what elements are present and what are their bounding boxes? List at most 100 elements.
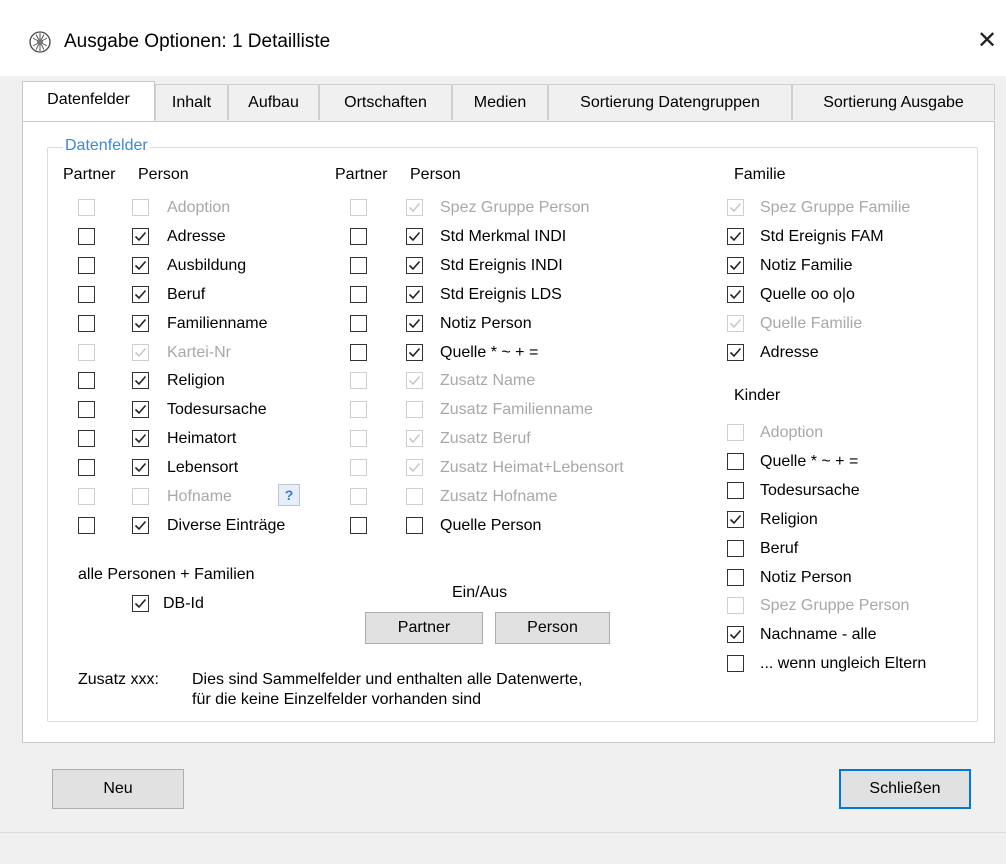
- familie-checkbox[interactable]: [727, 344, 744, 361]
- kinder-checkbox[interactable]: [727, 482, 744, 499]
- col2-partner-checkbox[interactable]: [350, 257, 367, 274]
- close-icon[interactable]: ✕: [968, 24, 1006, 58]
- col2-field-label: Quelle * ~ + =: [440, 344, 539, 361]
- col1-header-person: Person: [138, 166, 189, 183]
- col2-partner-checkbox: [350, 459, 367, 476]
- col1-partner-checkbox[interactable]: [78, 372, 95, 389]
- tab-aufbau[interactable]: Aufbau: [228, 84, 319, 120]
- col1-person-checkbox[interactable]: [132, 286, 149, 303]
- tab-medien[interactable]: Medien: [452, 84, 548, 120]
- window-title: Ausgabe Optionen: 1 Detailliste: [64, 31, 331, 52]
- groupbox-label: Datenfelder: [63, 137, 150, 155]
- col1-partner-checkbox[interactable]: [78, 286, 95, 303]
- status-bar: [0, 832, 1006, 864]
- tab-sortierung-datengruppen[interactable]: Sortierung Datengruppen: [548, 84, 792, 120]
- familie-field-label: Quelle Familie: [760, 315, 863, 332]
- col2-person-checkbox: [406, 199, 423, 216]
- kinder-field-label: Nachname - alle: [760, 626, 877, 643]
- kinder-field-label: Spez Gruppe Person: [760, 597, 910, 614]
- col1-person-checkbox[interactable]: [132, 459, 149, 476]
- tab-inhalt[interactable]: Inhalt: [155, 84, 228, 120]
- col1-field-label: Kartei-Nr: [167, 344, 232, 361]
- col1-person-checkbox[interactable]: [132, 401, 149, 418]
- familie-field-label: Notiz Familie: [760, 257, 853, 274]
- col2-partner-checkbox: [350, 199, 367, 216]
- col1-partner-checkbox[interactable]: [78, 257, 95, 274]
- toggle-person-button[interactable]: Person: [495, 612, 610, 644]
- col1-partner-checkbox: [78, 488, 95, 505]
- kinder-checkbox[interactable]: [727, 569, 744, 586]
- col2-partner-checkbox[interactable]: [350, 286, 367, 303]
- col2-partner-checkbox: [350, 372, 367, 389]
- col1-field-label: Lebensort: [167, 459, 239, 476]
- col2-field-label: Std Ereignis LDS: [440, 286, 562, 303]
- tab-sortierung-ausgabe[interactable]: Sortierung Ausgabe: [792, 84, 995, 120]
- kinder-checkbox[interactable]: [727, 540, 744, 557]
- familie-field-label: Quelle oo o|o: [760, 286, 855, 303]
- col1-person-checkbox[interactable]: [132, 430, 149, 447]
- col2-person-checkbox[interactable]: [406, 344, 423, 361]
- kinder-checkbox[interactable]: [727, 453, 744, 470]
- col1-person-checkbox[interactable]: [132, 315, 149, 332]
- col2-partner-checkbox[interactable]: [350, 517, 367, 534]
- col1-partner-checkbox[interactable]: [78, 401, 95, 418]
- new-button[interactable]: Neu: [52, 769, 184, 809]
- col1-partner-checkbox[interactable]: [78, 315, 95, 332]
- col1-partner-checkbox[interactable]: [78, 517, 95, 534]
- col2-partner-checkbox[interactable]: [350, 344, 367, 361]
- col1-field-label: Religion: [167, 372, 225, 389]
- familie-checkbox[interactable]: [727, 286, 744, 303]
- col2-partner-checkbox: [350, 401, 367, 418]
- close-button[interactable]: Schließen: [839, 769, 971, 809]
- dbid-label: DB-Id: [163, 595, 204, 612]
- col2-partner-checkbox[interactable]: [350, 315, 367, 332]
- kinder-field-label: ... wenn ungleich Eltern: [760, 655, 927, 672]
- tab-datenfelder[interactable]: Datenfelder: [22, 81, 155, 121]
- tab-ortschaften[interactable]: Ortschaften: [319, 84, 452, 120]
- col2-person-checkbox[interactable]: [406, 257, 423, 274]
- help-button[interactable]: ?: [278, 484, 300, 506]
- col2-field-label: Zusatz Heimat+Lebensort: [440, 459, 624, 476]
- kinder-checkbox[interactable]: [727, 511, 744, 528]
- col2-person-checkbox[interactable]: [406, 228, 423, 245]
- col2-person-checkbox[interactable]: [406, 315, 423, 332]
- col2-person-checkbox: [406, 430, 423, 447]
- familie-checkbox[interactable]: [727, 228, 744, 245]
- col1-person-checkbox[interactable]: [132, 372, 149, 389]
- col1-partner-checkbox[interactable]: [78, 459, 95, 476]
- col1-person-checkbox: [132, 488, 149, 505]
- kinder-field-label: Todesursache: [760, 482, 860, 499]
- col2-person-checkbox[interactable]: [406, 517, 423, 534]
- col1-person-checkbox[interactable]: [132, 257, 149, 274]
- col1-header-partner: Partner: [63, 166, 116, 183]
- familie-checkbox[interactable]: [727, 257, 744, 274]
- col1-field-label: Adoption: [167, 199, 231, 216]
- familie-field-label: Adresse: [760, 344, 819, 361]
- col2-partner-checkbox: [350, 430, 367, 447]
- col1-field-label: Familienname: [167, 315, 268, 332]
- col1-person-checkbox[interactable]: [132, 517, 149, 534]
- col2-person-checkbox[interactable]: [406, 286, 423, 303]
- col2-field-label: Notiz Person: [440, 315, 532, 332]
- kinder-field-label: Religion: [760, 511, 818, 528]
- familie-field-label: Std Ereignis FAM: [760, 228, 884, 245]
- kinder-checkbox[interactable]: [727, 626, 744, 643]
- kinder-header: Kinder: [734, 387, 781, 404]
- einaus-label: Ein/Aus: [452, 584, 508, 601]
- familie-checkbox: [727, 199, 744, 216]
- dialog-window: Ausgabe Optionen: 1 Detailliste ✕ Datenf…: [0, 0, 1006, 864]
- col1-field-label: Ausbildung: [167, 257, 247, 274]
- col1-partner-checkbox[interactable]: [78, 430, 95, 447]
- dbid-checkbox[interactable]: [132, 595, 149, 612]
- col2-field-label: Zusatz Hofname: [440, 488, 558, 505]
- col1-field-label: Beruf: [167, 286, 206, 303]
- col2-partner-checkbox[interactable]: [350, 228, 367, 245]
- col1-field-label: Todesursache: [167, 401, 267, 418]
- col1-partner-checkbox[interactable]: [78, 228, 95, 245]
- col1-person-checkbox[interactable]: [132, 228, 149, 245]
- toggle-partner-button[interactable]: Partner: [365, 612, 483, 644]
- note-line-1: Dies sind Sammelfelder und enthalten all…: [192, 671, 583, 688]
- kinder-checkbox[interactable]: [727, 655, 744, 672]
- col1-person-checkbox: [132, 344, 149, 361]
- col2-field-label: Zusatz Beruf: [440, 430, 531, 447]
